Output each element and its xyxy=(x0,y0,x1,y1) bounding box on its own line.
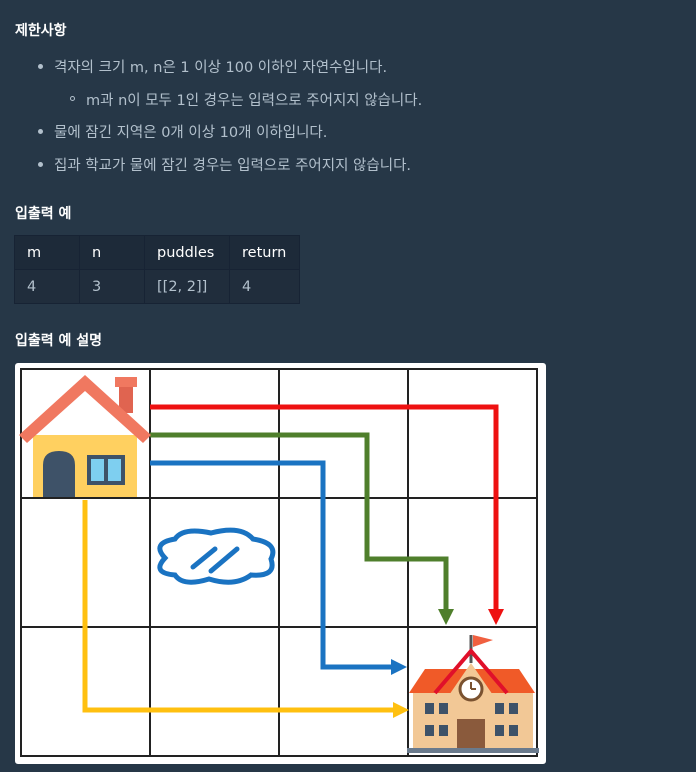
table-cell: 3 xyxy=(79,269,145,304)
bullet-dot xyxy=(38,162,43,167)
grid-diagram xyxy=(19,368,539,757)
puddle-icon xyxy=(157,527,276,585)
bullet-dot xyxy=(38,129,43,134)
column-header: n xyxy=(79,235,145,270)
constraint-item: 집과 학교가 물에 잠긴 경우는 입력으로 주어지지 않습니다. xyxy=(54,158,412,174)
constraint-item: 물에 잠긴 지역은 0개 이상 10개 이하입니다. xyxy=(54,125,328,141)
house-icon xyxy=(19,375,151,497)
constraints-heading: 제한사항 xyxy=(15,23,67,39)
table-cell: [[2, 2]] xyxy=(144,269,230,304)
explanation-figure xyxy=(15,363,546,764)
bullet-ring xyxy=(70,96,75,101)
bullet-dot xyxy=(38,64,43,69)
route-red xyxy=(150,404,504,625)
constraint-item: 격자의 크기 m, n은 1 이상 100 이하인 자연수입니다. xyxy=(54,60,388,76)
explanation-heading: 입출력 예 설명 xyxy=(15,333,103,349)
table-cell: 4 xyxy=(14,269,80,304)
column-header: m xyxy=(14,235,80,270)
table-cell: 4 xyxy=(229,269,300,304)
column-header: return xyxy=(229,235,300,270)
constraint-subitem: m과 n이 모두 1인 경우는 입력으로 주어지지 않습니다. xyxy=(86,93,423,109)
examples-heading: 입출력 예 xyxy=(15,206,72,222)
table-row: 4 3 [[2, 2]] 4 xyxy=(14,269,300,304)
column-header: puddles xyxy=(144,235,230,270)
school-icon xyxy=(407,635,539,753)
examples-table: m n puddles return 4 3 [[2, 2]] 4 xyxy=(14,235,300,304)
